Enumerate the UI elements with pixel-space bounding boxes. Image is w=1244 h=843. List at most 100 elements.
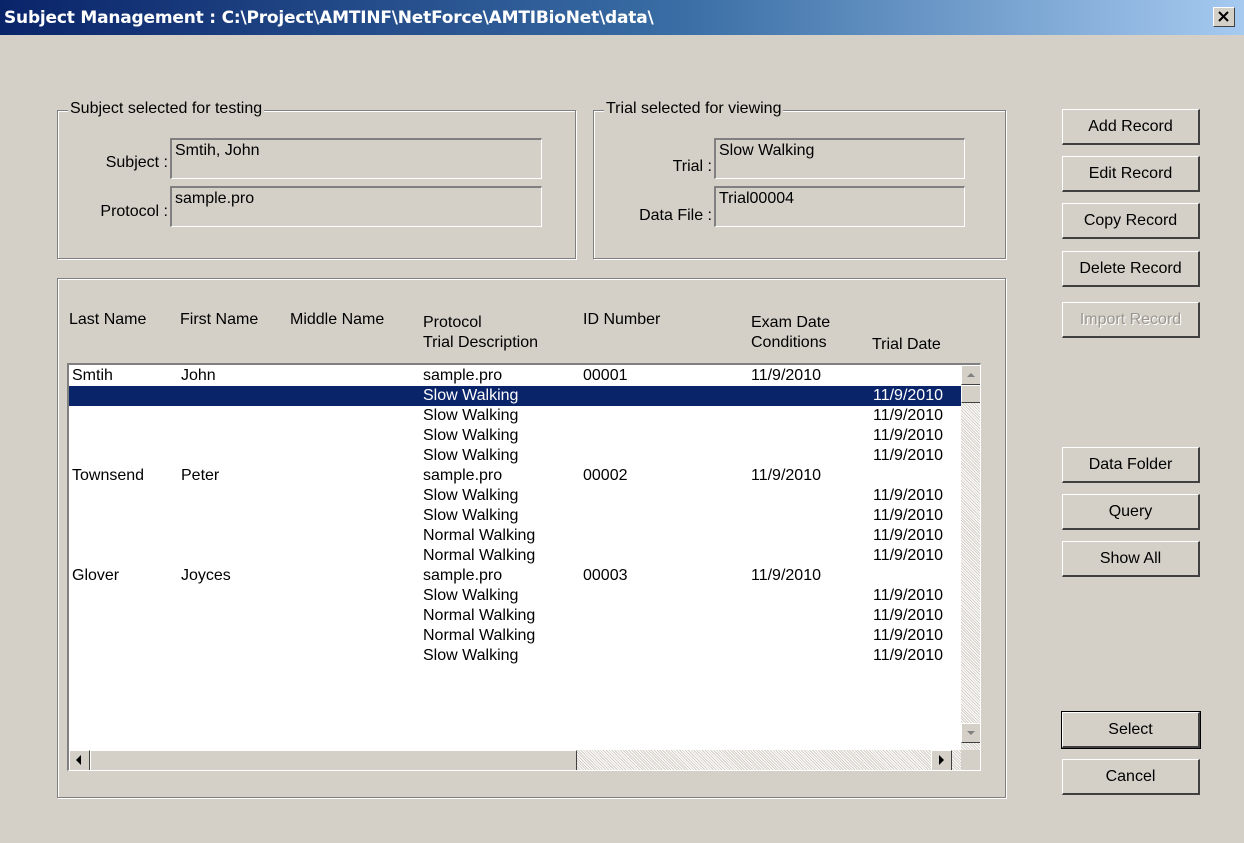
edit-record-button[interactable]: Edit Record [1062, 156, 1200, 192]
cell-trial-date: 11/9/2010 [873, 427, 943, 444]
cell-trial-date: 11/9/2010 [873, 547, 943, 564]
arrow-left-icon [76, 755, 81, 765]
cell-trial-description: Normal Walking [423, 527, 536, 544]
header-last-name: Last Name [69, 311, 147, 328]
header-middle-name: Middle Name [290, 311, 385, 328]
cell-id-number: 00002 [583, 467, 628, 484]
protocol-field: sample.pro [170, 186, 542, 227]
table-row[interactable]: Slow Walking 11/9/2010 [69, 446, 961, 466]
table-row[interactable]: Normal Walking 11/9/2010 [69, 606, 961, 626]
table-row[interactable]: Normal Walking 11/9/2010 [69, 626, 961, 646]
horizontal-scrollbar[interactable] [69, 750, 961, 770]
cell-first-name: Joyces [181, 567, 231, 584]
cell-trial-description: sample.pro [423, 567, 503, 584]
cell-trial-description: Slow Walking [423, 427, 519, 444]
cell-first-name: John [181, 367, 216, 384]
cell-trial-description: Slow Walking [423, 407, 519, 424]
data-folder-button[interactable]: Data Folder [1062, 447, 1200, 483]
vertical-scrollbar[interactable] [961, 365, 980, 750]
close-button[interactable] [1213, 7, 1235, 27]
cell-trial-description: Slow Walking [423, 487, 519, 504]
table-row[interactable]: Slow Walking 11/9/2010 [69, 386, 961, 406]
cell-id-number: 00001 [583, 367, 628, 384]
trial-group-title: Trial selected for viewing [604, 100, 784, 118]
table-row[interactable]: Normal Walking 11/9/2010 [69, 526, 961, 546]
header-id-number: ID Number [583, 311, 661, 328]
cell-exam-date: 11/9/2010 [751, 367, 821, 384]
cell-last-name: Glover [72, 567, 120, 584]
trial-group: Trial selected for viewing [593, 100, 1006, 259]
table-row[interactable]: Slow Walking 11/9/2010 [69, 646, 961, 666]
cell-trial-date: 11/9/2010 [873, 507, 943, 524]
copy-record-button[interactable]: Copy Record [1062, 203, 1200, 239]
cell-exam-date: 11/9/2010 [751, 567, 821, 584]
cell-trial-date: 11/9/2010 [873, 647, 943, 664]
add-record-button[interactable]: Add Record [1062, 109, 1200, 145]
datafile-label: Data File : [639, 207, 712, 224]
header-protocol: Protocol [423, 314, 482, 331]
import-record-button[interactable]: Import Record [1062, 302, 1200, 338]
cell-trial-description: Normal Walking [423, 547, 536, 564]
table-row[interactable]: Slow Walking 11/9/2010 [69, 486, 961, 506]
table-row[interactable]: Smtih John sample.pro 00001 11/9/2010 [69, 366, 961, 386]
scrollbar-corner [961, 750, 980, 770]
table-row[interactable]: Normal Walking 11/9/2010 [69, 546, 961, 566]
cell-last-name: Smtih [72, 367, 113, 384]
table-row[interactable]: Slow Walking 11/9/2010 [69, 426, 961, 446]
header-exam-date: Exam Date [751, 314, 831, 331]
trial-label: Trial : [672, 158, 712, 175]
table-row[interactable]: Townsend Peter sample.pro 00002 11/9/2010 [69, 466, 961, 486]
vertical-scroll-thumb[interactable] [961, 385, 980, 403]
arrow-down-icon [967, 731, 975, 735]
select-button[interactable]: Select [1061, 711, 1201, 749]
title-bar: Subject Management : C:\Project\AMTINF\N… [0, 0, 1244, 35]
subject-label: Subject : [105, 154, 168, 171]
trial-field: Slow Walking [714, 138, 965, 179]
cell-trial-date: 11/9/2010 [873, 387, 943, 404]
cell-last-name: Townsend [72, 467, 145, 484]
cell-id-number: 00003 [583, 567, 628, 584]
cell-trial-description: Slow Walking [423, 387, 519, 404]
table-row[interactable]: Slow Walking 11/9/2010 [69, 406, 961, 426]
header-trial-date: Trial Date [872, 336, 941, 353]
subject-field: Smtih, John [170, 138, 542, 179]
datafile-field: Trial00004 [714, 186, 965, 227]
cell-trial-description: Normal Walking [423, 607, 536, 624]
header-first-name: First Name [180, 311, 259, 328]
cell-trial-description: Slow Walking [423, 587, 519, 604]
cell-trial-date: 11/9/2010 [873, 407, 943, 424]
protocol-label: Protocol : [100, 203, 168, 220]
records-list[interactable]: Smtih John sample.pro 00001 11/9/2010 Slow Wa… [67, 363, 981, 771]
query-button[interactable]: Query [1062, 494, 1200, 530]
window-title: Subject Management : C:\Project\AMTINF\N… [4, 8, 654, 28]
cell-trial-description: sample.pro [423, 467, 503, 484]
cell-exam-date: 11/9/2010 [751, 467, 821, 484]
cell-trial-date: 11/9/2010 [873, 587, 943, 604]
arrow-right-icon [939, 755, 944, 765]
table-row[interactable]: Slow Walking 11/9/2010 [69, 586, 961, 606]
cell-trial-date: 11/9/2010 [873, 447, 943, 464]
cell-trial-description: Slow Walking [423, 507, 519, 524]
scroll-up-button[interactable] [961, 365, 980, 385]
cell-trial-date: 11/9/2010 [873, 527, 943, 544]
subject-group: Subject selected for testing [57, 100, 576, 259]
cell-trial-description: Slow Walking [423, 447, 519, 464]
cell-trial-date: 11/9/2010 [873, 487, 943, 504]
cell-trial-description: sample.pro [423, 367, 503, 384]
cell-first-name: Peter [181, 467, 220, 484]
show-all-button[interactable]: Show All [1062, 541, 1200, 577]
table-row[interactable]: Slow Walking 11/9/2010 [69, 506, 961, 526]
close-icon [1218, 11, 1229, 22]
table-row[interactable]: Glover Joyces sample.pro 00003 11/9/2010 [69, 566, 961, 586]
cell-trial-description: Normal Walking [423, 627, 536, 644]
header-trial-description: Trial Description [423, 334, 538, 351]
delete-record-button[interactable]: Delete Record [1062, 251, 1200, 287]
scroll-down-button[interactable] [961, 723, 980, 743]
horizontal-scroll-thumb[interactable] [90, 750, 577, 770]
subject-group-title: Subject selected for testing [68, 100, 265, 118]
cell-trial-description: Slow Walking [423, 647, 519, 664]
scroll-right-button[interactable] [931, 750, 952, 770]
cancel-button[interactable]: Cancel [1062, 759, 1200, 795]
scroll-left-button[interactable] [69, 750, 90, 770]
arrow-up-icon [967, 373, 975, 377]
